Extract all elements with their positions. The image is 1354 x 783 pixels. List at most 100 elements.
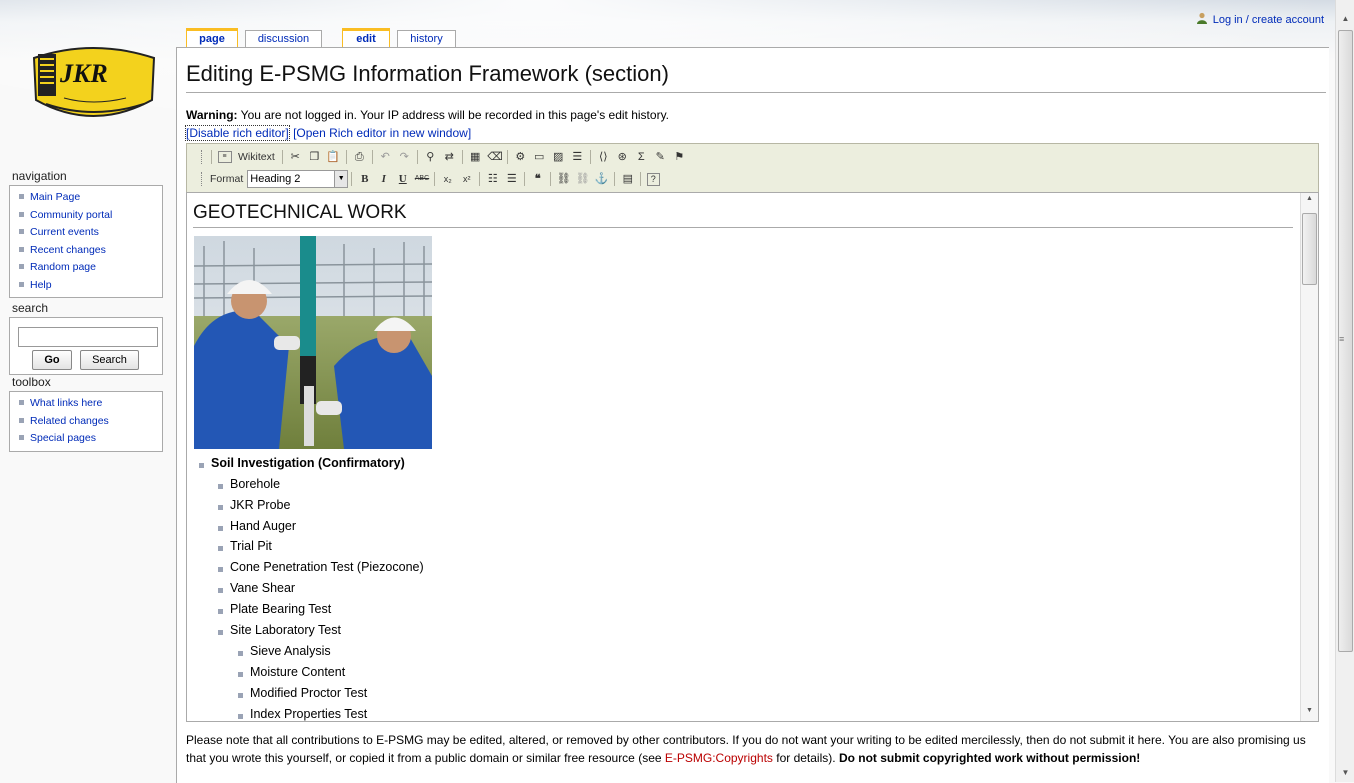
toolbox-title: toolbox <box>12 375 51 389</box>
anchor-icon[interactable]: ⚓ <box>595 172 609 186</box>
wikitext-button[interactable]: Wikitext <box>238 151 275 163</box>
toolbar-grip <box>201 150 205 164</box>
toolbar-separator <box>589 150 591 164</box>
remove-format-icon[interactable]: ⌫ <box>487 150 503 164</box>
login-link[interactable]: Log in / create account <box>1213 14 1324 26</box>
open-rich-editor-link[interactable]: [Open Rich editor in new window] <box>293 126 471 140</box>
logo-text: JKR <box>59 59 108 88</box>
nav-item-recent-changes[interactable]: Recent changes <box>19 242 162 260</box>
warning-message: Warning: You are not logged in. Your IP … <box>186 108 669 122</box>
nav-item-random-page[interactable]: Random page <box>19 259 162 277</box>
notice-line-2-end: for details). <box>772 750 839 765</box>
wikitext-icon: ≡ <box>217 151 232 163</box>
list-item[interactable]: Site Laboratory Test <box>218 623 341 637</box>
warning-label: Warning: <box>186 108 238 122</box>
disable-rich-editor-link[interactable]: [Disable rich editor] <box>185 125 290 141</box>
subscript-icon[interactable]: x₂ <box>441 172 455 186</box>
tab-discussion[interactable]: discussion <box>245 30 322 48</box>
list-item[interactable]: Index Properties Test <box>237 707 367 721</box>
paste-icon[interactable]: 📋 <box>326 150 340 164</box>
source-icon[interactable]: ✎ <box>653 150 667 164</box>
unlink-icon[interactable]: ⛓ <box>576 172 590 186</box>
content-area: Editing E-PSMG Information Framework (se… <box>176 47 1329 783</box>
show-blocks-icon[interactable]: ▤ <box>621 172 635 186</box>
list-item[interactable]: Soil Investigation (Confirmatory) <box>199 456 405 470</box>
help-icon[interactable]: ? <box>646 172 660 186</box>
special-tags-icon[interactable]: ⟨⟩ <box>596 150 610 164</box>
strikethrough-icon[interactable]: ABC <box>415 172 429 186</box>
list-item[interactable]: Hand Auger <box>217 519 296 533</box>
toolbar-separator <box>524 172 526 186</box>
math-icon[interactable]: Σ <box>634 150 648 164</box>
list-item[interactable]: JKR Probe <box>217 498 290 512</box>
table-icon[interactable]: ▭ <box>532 150 546 164</box>
list-item[interactable]: Trial Pit <box>218 539 272 553</box>
jkr-logo[interactable]: JKR <box>26 40 161 130</box>
superscript-icon[interactable]: x² <box>460 172 474 186</box>
copyrights-link[interactable]: E-PSMG:Copyrights <box>665 751 773 765</box>
scroll-up-arrow-icon[interactable]: ▲ <box>1301 195 1318 202</box>
numbered-list-icon[interactable]: ☷ <box>486 172 500 186</box>
scroll-down-arrow-icon[interactable]: ▼ <box>1336 764 1354 782</box>
toolbox-item-what-links-here[interactable]: What links here <box>19 395 162 413</box>
bold-icon[interactable]: B <box>358 172 372 186</box>
warning-text: You are not logged in. Your IP address w… <box>237 108 670 122</box>
redo-icon[interactable]: ↷ <box>397 150 411 164</box>
editor-scrollbar[interactable]: ▲ ▼ <box>1300 193 1318 721</box>
toolbox-item-special-pages[interactable]: Special pages <box>19 430 162 448</box>
image-icon[interactable]: ▨ <box>551 150 565 164</box>
underline-icon[interactable]: U <box>396 172 410 186</box>
print-icon[interactable]: ⎙ <box>352 150 366 164</box>
toolbar-separator <box>461 150 463 164</box>
scroll-up-arrow-icon[interactable]: ▲ <box>1336 10 1354 28</box>
editor-links: [Disable rich editor] [Open Rich editor … <box>185 125 471 141</box>
link-icon[interactable]: ⛓ <box>557 172 571 186</box>
nav-item-current-events[interactable]: Current events <box>19 224 162 242</box>
window-scrollbar[interactable]: ▲ ≡ ▼ <box>1335 0 1354 782</box>
copyright-notice: Please note that all contributions to E-… <box>186 732 1306 767</box>
toolbar-separator <box>640 172 642 186</box>
replace-icon[interactable]: ⇄ <box>442 150 456 164</box>
scroll-down-arrow-icon[interactable]: ▼ <box>1301 707 1318 714</box>
rich-editor-area[interactable]: GEOTECHNICAL WORK Soil Investigation (Co… <box>186 192 1319 722</box>
bullet-list-icon[interactable]: ☰ <box>505 172 519 186</box>
list-item[interactable]: Plate Bearing Test <box>217 602 331 616</box>
nav-item-community-portal[interactable]: Community portal <box>19 207 162 225</box>
list-item[interactable]: Sieve Analysis <box>238 644 331 658</box>
nav-item-help[interactable]: Help <box>19 277 162 295</box>
toolbox-item-related-changes[interactable]: Related changes <box>19 413 162 431</box>
list-item[interactable]: Borehole <box>217 477 280 491</box>
template-icon[interactable]: ⚙ <box>513 150 527 164</box>
editor-scrollbar-thumb[interactable] <box>1302 213 1317 285</box>
tab-history[interactable]: history <box>397 30 456 48</box>
search-input[interactable] <box>18 327 158 347</box>
toolbar-separator <box>416 150 418 164</box>
horizontal-rule-icon[interactable]: ☰ <box>570 150 584 164</box>
toolbar-separator <box>211 150 212 164</box>
list-item[interactable]: Moisture Content <box>237 665 345 679</box>
list-item[interactable]: Modified Proctor Test <box>237 686 367 700</box>
signature-icon[interactable]: ⊛ <box>615 150 629 164</box>
italic-icon[interactable]: I <box>377 172 391 186</box>
go-button[interactable]: Go <box>32 350 72 370</box>
blockquote-icon[interactable]: ❝ <box>531 172 545 186</box>
cut-icon[interactable]: ✂ <box>288 150 302 164</box>
personal-tools[interactable]: Log in / create account <box>1196 12 1324 26</box>
find-icon[interactable]: ⚲ <box>423 150 437 164</box>
toolbox-portlet: What links here Related changes Special … <box>9 391 163 452</box>
format-select[interactable]: Heading 2 ▼ <box>247 170 349 188</box>
nav-item-main-page[interactable]: Main Page <box>19 189 162 207</box>
scrollbar-grip-icon: ≡ <box>1339 334 1345 344</box>
select-all-icon[interactable]: ▦ <box>468 150 482 164</box>
list-item[interactable]: Vane Shear <box>217 581 295 595</box>
notice-warning: Do not submit copyrighted work without p… <box>838 750 1141 765</box>
undo-icon[interactable]: ↶ <box>378 150 392 164</box>
editor-heading[interactable]: GEOTECHNICAL WORK <box>193 202 1293 228</box>
geotechnical-photo[interactable] <box>194 236 432 449</box>
copy-icon[interactable]: ❐ <box>307 150 321 164</box>
toolbar-separator <box>434 172 436 186</box>
user-icon <box>1196 12 1207 24</box>
category-icon[interactable]: ⚑ <box>672 150 686 164</box>
search-button[interactable]: Search <box>80 350 139 370</box>
list-item[interactable]: Cone Penetration Test (Piezocone) <box>218 560 424 574</box>
